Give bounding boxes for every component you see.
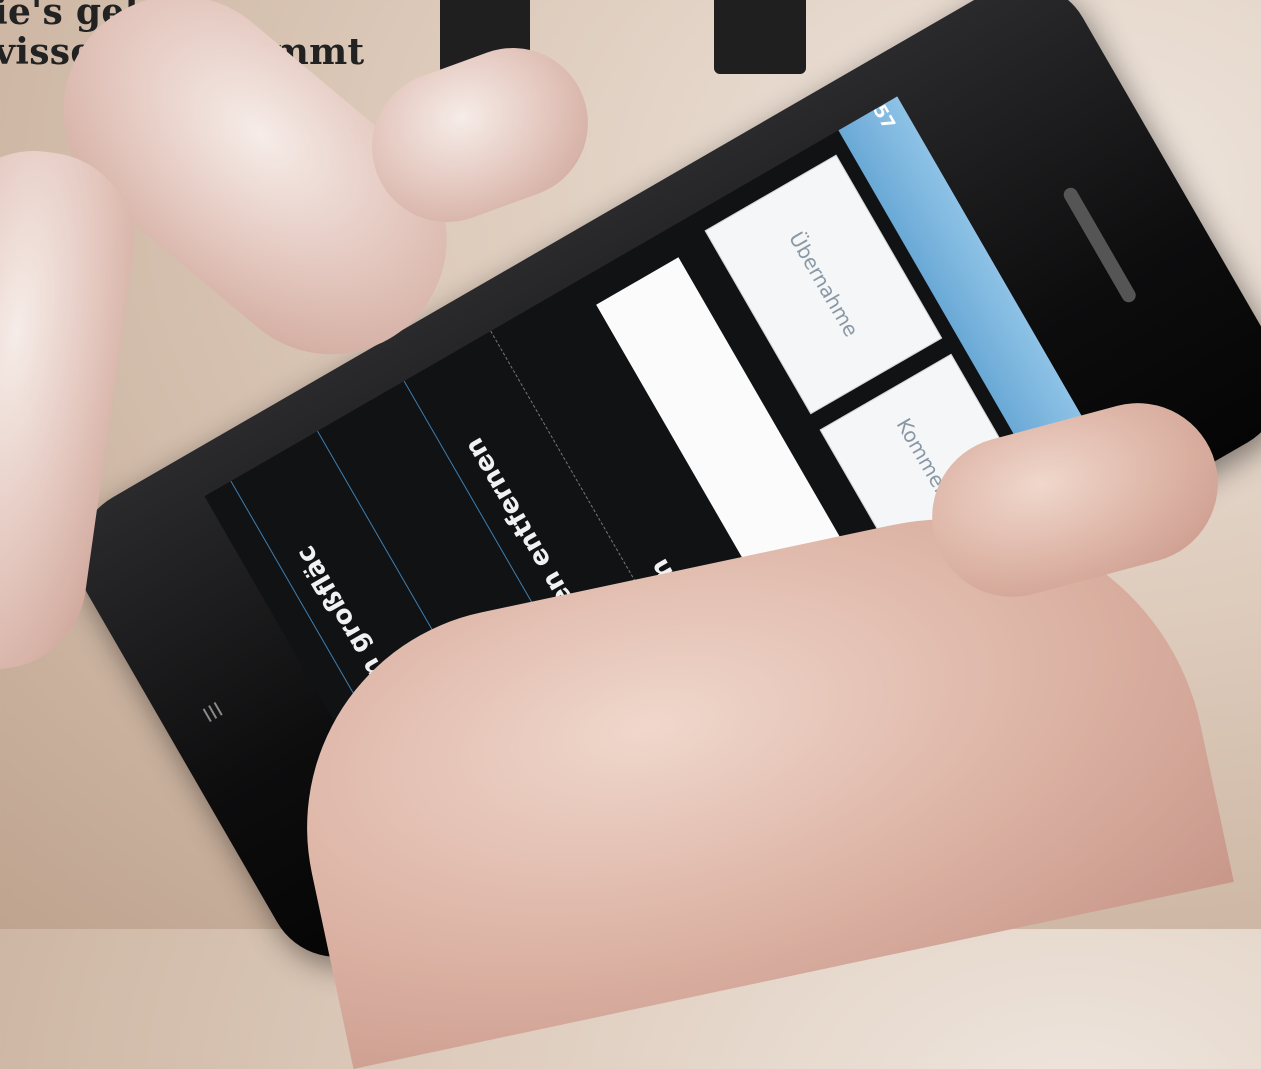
graphic-bar-right: [714, 0, 806, 74]
status-time: 13:57: [852, 96, 899, 134]
uebernahme-button-label: Übernahme: [783, 227, 864, 342]
earpiece-speaker: [1061, 185, 1139, 305]
menu-key-icon[interactable]: ☰: [198, 698, 232, 733]
